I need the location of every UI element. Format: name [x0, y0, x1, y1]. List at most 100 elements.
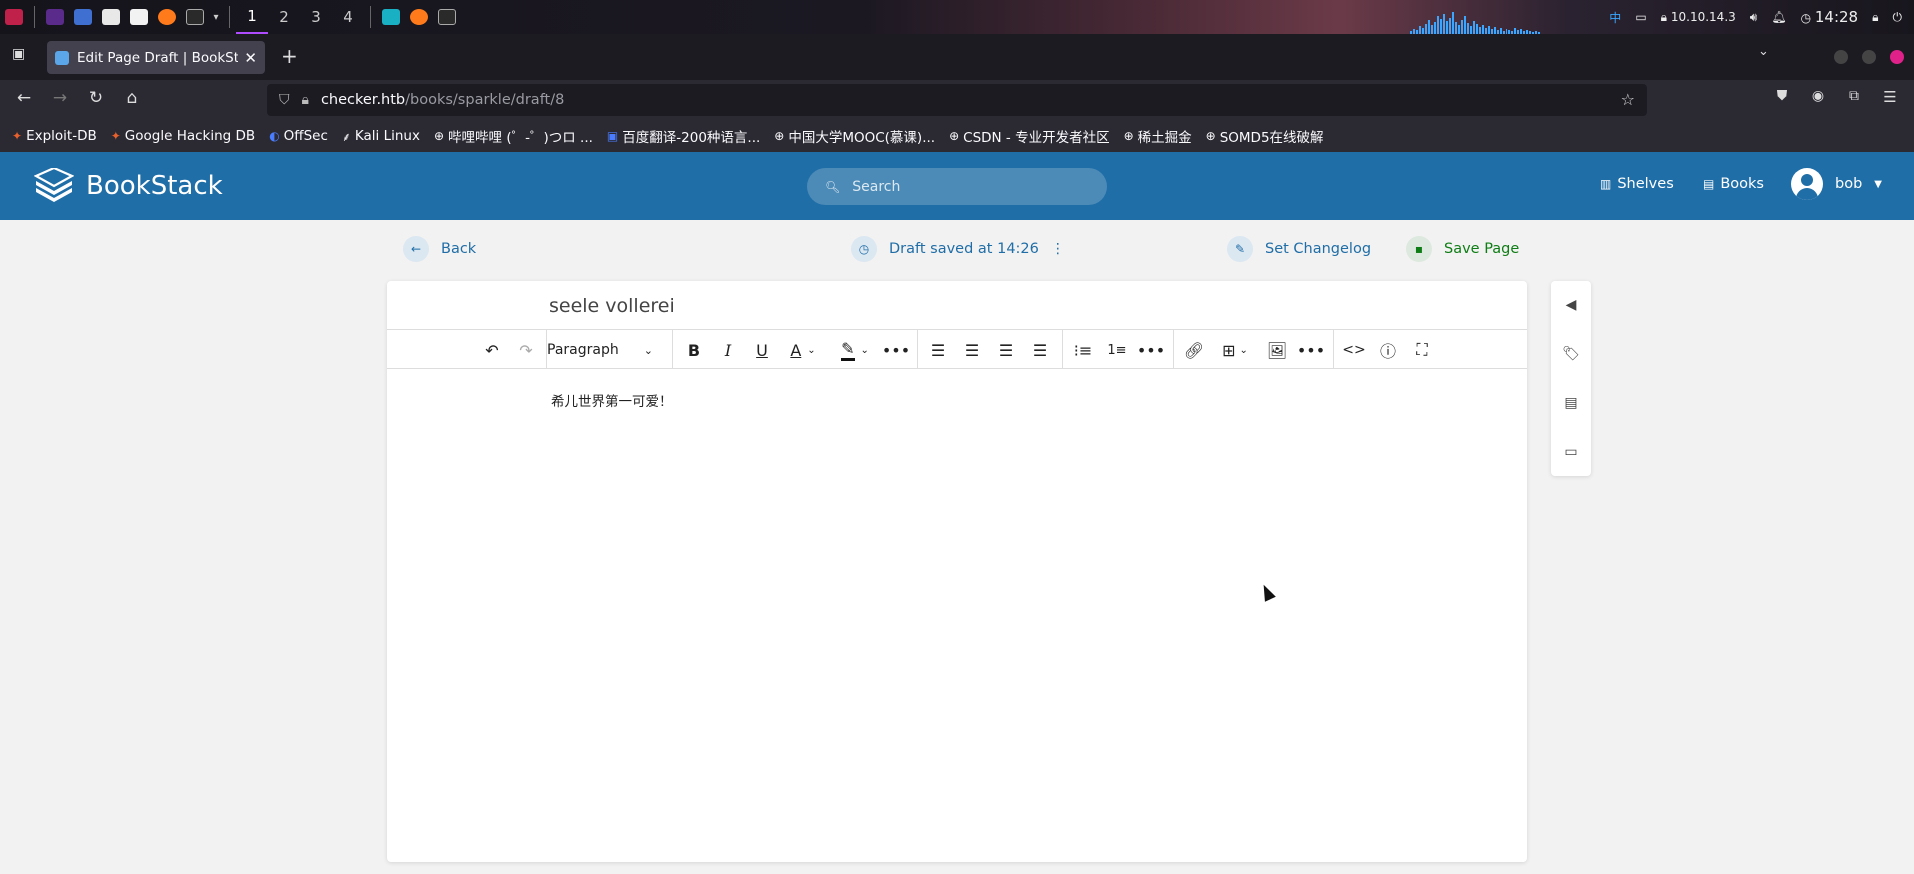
workspace-3[interactable]: 3: [300, 0, 332, 34]
workspace-app-icon[interactable]: [69, 0, 97, 34]
more-formatting-icon[interactable]: •••: [882, 336, 910, 364]
display-icon[interactable]: ▭: [1635, 10, 1646, 24]
power-icon[interactable]: ⏻: [1893, 10, 1903, 25]
chevron-down-icon[interactable]: ▾: [209, 0, 223, 34]
text-editor-icon[interactable]: [125, 0, 153, 34]
page-title-input[interactable]: seele vollerei: [387, 281, 1527, 329]
text-color-icon[interactable]: A ⌄: [782, 336, 824, 364]
bookmark-star-icon[interactable]: ☆: [1621, 90, 1635, 109]
fullscreen-icon[interactable]: ⛶: [1408, 336, 1436, 364]
clock[interactable]: ◷ 14:28: [1801, 8, 1859, 26]
volume-icon[interactable]: 🔊︎: [1750, 10, 1758, 25]
screen-lock-icon[interactable]: 🔒︎: [1872, 10, 1878, 25]
shelves-icon: ▥: [1600, 177, 1612, 191]
redo-icon[interactable]: ↷: [512, 336, 540, 364]
terminal-window-icon[interactable]: [433, 0, 461, 34]
bookmark-label: SOMD5在线破解: [1219, 130, 1324, 146]
vpn-ip[interactable]: 🔒︎ 10.10.14.3: [1661, 10, 1736, 25]
table-icon[interactable]: ⊞ ⌄: [1214, 336, 1256, 364]
numbered-list-icon[interactable]: 1≡: [1103, 336, 1131, 364]
help-icon[interactable]: ⓘ: [1374, 336, 1402, 364]
align-right-icon[interactable]: ☰: [992, 336, 1020, 364]
editor-body[interactable]: 希儿世界第一可爱！: [551, 390, 673, 410]
forward-arrow-icon[interactable]: →: [48, 88, 72, 108]
close-tab-icon[interactable]: ✕: [244, 49, 257, 67]
tab-overview-icon[interactable]: ▣: [12, 46, 25, 62]
user-menu[interactable]: bob ▼: [1791, 168, 1882, 200]
lock-icon: 🔒︎: [1660, 9, 1668, 24]
bookmark-offsec[interactable]: ◐ OffSec: [269, 128, 328, 144]
bookmark-baidu-translate[interactable]: ▣ 百度翻译-200种语言...: [607, 126, 760, 146]
url-host: checker.htb: [320, 92, 406, 108]
bookmark-ghdb[interactable]: ✦ Google Hacking DB: [111, 128, 255, 144]
highlight-color-icon[interactable]: ✎ ⌄: [832, 336, 878, 364]
bookmark-csdn[interactable]: ⊕ CSDN - 专业开发者社区: [949, 126, 1110, 146]
new-tab-button[interactable]: +: [281, 44, 298, 68]
workspace-1[interactable]: 1: [236, 0, 268, 34]
minimize-window-button[interactable]: [1834, 50, 1848, 64]
menu-icon[interactable]: ☰: [1878, 88, 1902, 106]
align-justify-icon[interactable]: ☰: [1026, 336, 1054, 364]
bookmark-exploit-db[interactable]: ✦ Exploit-DB: [12, 128, 97, 144]
bookmark-bilibili[interactable]: ⊕ 哔哩哔哩 (゜-゜)つロ ...: [434, 126, 593, 146]
align-left-icon[interactable]: ☰: [924, 336, 952, 364]
italic-icon[interactable]: I: [714, 336, 742, 364]
shield-icon[interactable]: ⛉: [279, 92, 290, 108]
terminal-app-icon[interactable]: [41, 0, 69, 34]
back-arrow-icon[interactable]: ←: [12, 88, 36, 108]
bookmark-mooc[interactable]: ⊕ 中国大学MOOC(慕课)...: [774, 126, 935, 146]
padlock-icon[interactable]: 🔒︎: [302, 92, 309, 108]
file-manager-icon[interactable]: [97, 0, 125, 34]
list-all-tabs-icon[interactable]: ⌄: [1758, 44, 1769, 59]
more-vertical-icon: ⋮: [1050, 241, 1065, 257]
bookmark-somd5[interactable]: ⊕ SOMD5在线破解: [1206, 126, 1324, 146]
comment-icon[interactable]: ▭: [1559, 440, 1583, 464]
firefox-icon[interactable]: [153, 0, 181, 34]
toggle-toolbox-icon[interactable]: ◀: [1559, 293, 1583, 317]
extension-avatar-icon[interactable]: ◉: [1806, 88, 1830, 104]
nav-shelves[interactable]: ▥ Shelves: [1600, 176, 1674, 192]
underline-icon[interactable]: U: [748, 336, 776, 364]
firefox-window-icon[interactable]: [405, 0, 433, 34]
block-format-select[interactable]: Paragraph ⌄: [547, 336, 659, 364]
bullet-list-icon[interactable]: ⁝≡: [1069, 336, 1097, 364]
source-code-icon[interactable]: <>: [1340, 336, 1368, 364]
maximize-window-button[interactable]: [1862, 50, 1876, 64]
link-icon[interactable]: 🔗︎: [1180, 336, 1208, 364]
bookmark-juejin[interactable]: ⊕ 稀土掘金: [1124, 126, 1192, 146]
save-page-button[interactable]: ▪ Save Page: [1406, 236, 1519, 262]
image-icon[interactable]: 🖼︎: [1263, 336, 1291, 364]
workspace-2[interactable]: 2: [268, 0, 300, 34]
browser-tab-active[interactable]: Edit Page Draft | BookStack ✕: [47, 41, 265, 74]
burp-app-icon[interactable]: [377, 0, 405, 34]
search-input[interactable]: 🔍︎ Search: [807, 168, 1107, 205]
align-center-icon[interactable]: ☰: [958, 336, 986, 364]
ime-indicator[interactable]: 中: [1609, 9, 1621, 26]
reload-icon[interactable]: ↻: [84, 88, 108, 108]
home-icon[interactable]: ⌂: [120, 88, 144, 108]
workspace-4[interactable]: 4: [332, 0, 364, 34]
draft-status-menu[interactable]: ◷ Draft saved at 14:26 ⋮: [851, 236, 1065, 262]
app-logo[interactable]: BookStack: [34, 168, 223, 204]
close-window-button[interactable]: [1890, 50, 1904, 64]
back-button[interactable]: ← Back: [403, 236, 476, 262]
bookmark-kali[interactable]: ⸙ Kali Linux: [342, 128, 420, 145]
terminal-icon[interactable]: [181, 0, 209, 34]
kali-menu-icon[interactable]: [0, 0, 28, 34]
bookmark-label: OffSec: [283, 128, 328, 144]
back-label: Back: [441, 241, 477, 257]
templates-icon[interactable]: ▤: [1559, 391, 1583, 415]
nav-books[interactable]: ▤ Books: [1703, 176, 1764, 192]
more-lists-icon[interactable]: •••: [1137, 336, 1165, 364]
pocket-icon[interactable]: ⛊: [1770, 88, 1794, 104]
more-insert-icon[interactable]: •••: [1297, 336, 1325, 364]
address-bar[interactable]: ⛉ 🔒︎ checker.htb/books/sparkle/draft/8 ☆: [267, 84, 1647, 116]
bold-icon[interactable]: B: [680, 336, 708, 364]
bell-icon[interactable]: 🔔︎: [1771, 10, 1786, 24]
set-changelog-label: Set Changelog: [1265, 241, 1372, 257]
chevron-down-icon: ⌄: [643, 343, 653, 357]
tag-icon[interactable]: 🏷︎: [1559, 342, 1583, 366]
extensions-icon[interactable]: ⧉: [1842, 88, 1866, 104]
set-changelog-button[interactable]: ✎ Set Changelog: [1227, 236, 1371, 262]
undo-icon[interactable]: ↶: [478, 336, 506, 364]
